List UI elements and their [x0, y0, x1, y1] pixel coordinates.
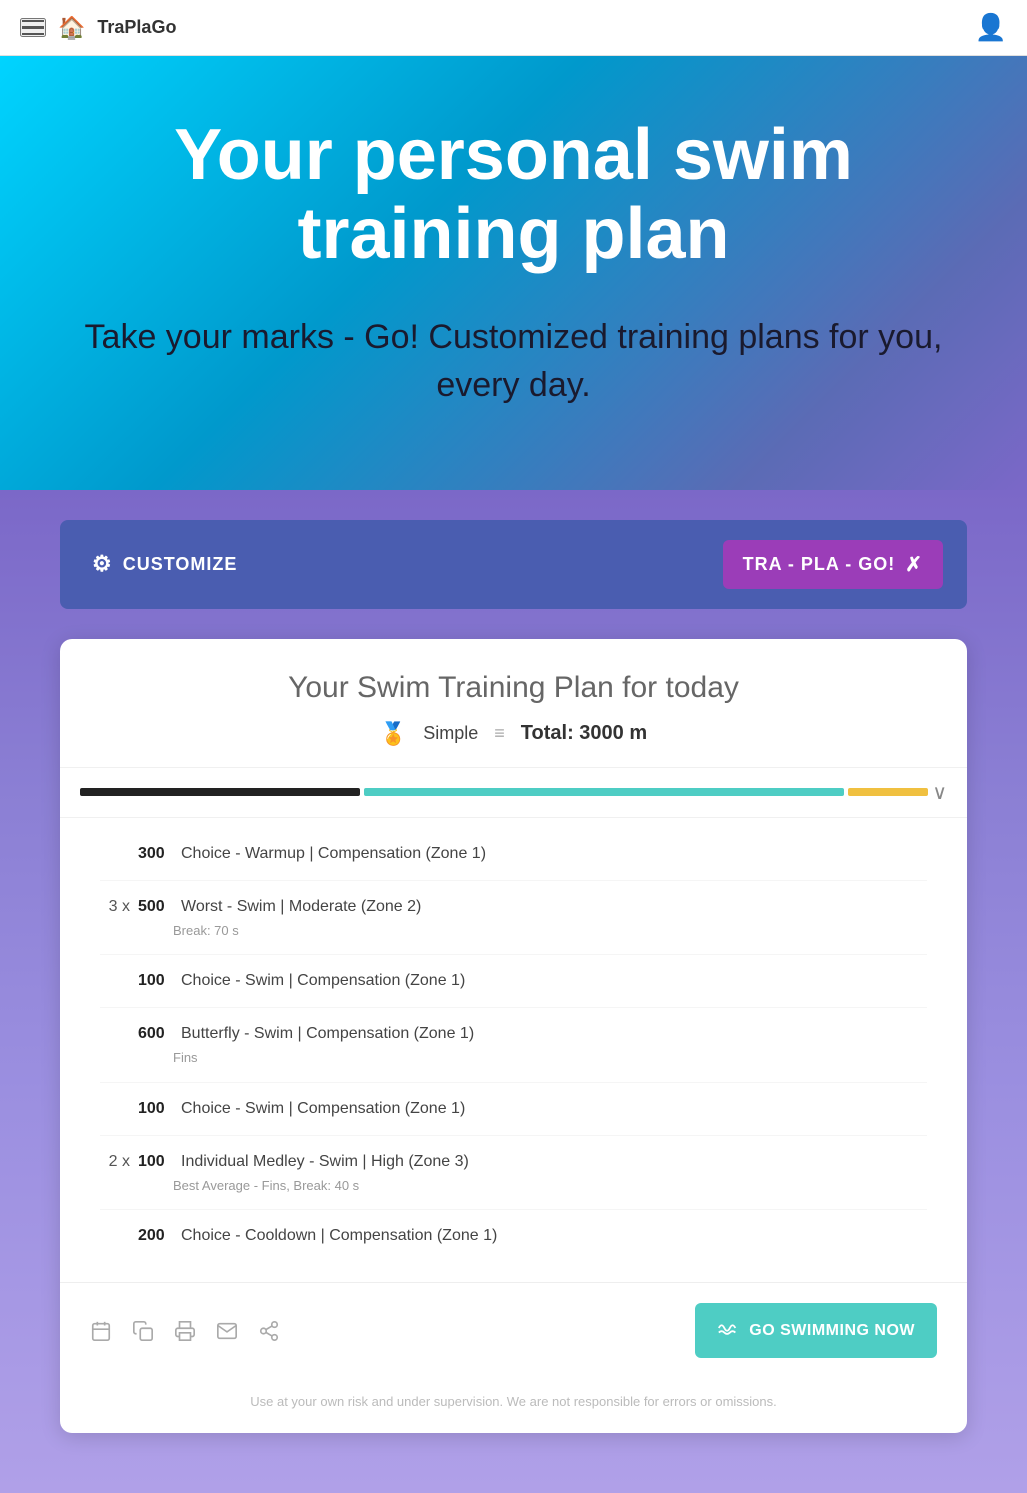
- share-button[interactable]: [258, 1320, 280, 1342]
- plan-header: Your Swim Training Plan for today 🏅 Simp…: [60, 639, 967, 768]
- go-swimming-label: GO SWIMMING NOW: [749, 1322, 915, 1340]
- email-button[interactable]: [216, 1320, 238, 1342]
- disclaimer: Use at your own risk and under supervisi…: [60, 1378, 967, 1433]
- plan-card: Your Swim Training Plan for today 🏅 Simp…: [60, 639, 967, 1434]
- home-icon: 🏠: [58, 15, 85, 41]
- traplago-button[interactable]: TRA - PLA - GO! ✗: [723, 540, 943, 589]
- toolbar: ⚙ CUSTOMIZE TRA - PLA - GO! ✗: [60, 520, 967, 609]
- plan-title: Your Swim Training Plan for today: [100, 671, 927, 705]
- hero-title: Your personal swim training plan: [60, 116, 967, 274]
- plan-meta: 🏅 Simple ≡ Total: 3000 m: [100, 721, 927, 747]
- calendar-button[interactable]: [90, 1320, 112, 1342]
- workout-desc: Worst - Swim | Moderate (Zone 2): [181, 895, 421, 919]
- header-left: 🏠 TraPlaGo: [20, 15, 176, 41]
- copy-button[interactable]: [132, 1320, 154, 1342]
- workout-distance: 100: [138, 1150, 173, 1174]
- go-swimming-button[interactable]: GO SWIMMING NOW: [695, 1303, 937, 1358]
- expand-icon[interactable]: ∨: [932, 780, 947, 805]
- hero-section: Your personal swim training plan Take yo…: [0, 56, 1027, 490]
- workout-desc: Choice - Swim | Compensation (Zone 1): [181, 1097, 465, 1121]
- app-header: 🏠 TraPlaGo 👤: [0, 0, 1027, 56]
- swim-icon: [717, 1317, 739, 1344]
- plan-separator: ≡: [494, 723, 505, 744]
- workout-desc: Butterfly - Swim | Compensation (Zone 1): [181, 1022, 474, 1046]
- progress-bar: ∨: [60, 768, 967, 818]
- list-item: 200 Choice - Cooldown | Compensation (Zo…: [100, 1210, 927, 1262]
- workout-distance: 300: [138, 842, 173, 866]
- hero-subtitle: Take your marks - Go! Customized trainin…: [60, 314, 967, 409]
- customize-button[interactable]: ⚙ CUSTOMIZE: [84, 547, 245, 581]
- workout-desc: Choice - Swim | Compensation (Zone 1): [181, 969, 465, 993]
- main-content: ⚙ CUSTOMIZE TRA - PLA - GO! ✗ Your Swim …: [0, 490, 1027, 1493]
- workout-detail: Fins: [100, 1048, 927, 1068]
- workout-distance: 100: [138, 969, 173, 993]
- workout-detail: Best Average - Fins, Break: 40 s: [100, 1176, 927, 1196]
- gear-icon: ⚙: [92, 551, 113, 577]
- workout-repeat: 3 x: [100, 895, 130, 919]
- traplago-label: TRA - PLA - GO!: [743, 554, 896, 575]
- shuffle-icon: ✗: [905, 552, 923, 577]
- list-item: 100 Choice - Swim | Compensation (Zone 1…: [100, 955, 927, 1008]
- action-icons: [90, 1320, 280, 1342]
- plan-level: Simple: [423, 723, 478, 744]
- plan-actions: GO SWIMMING NOW: [60, 1282, 967, 1378]
- print-button[interactable]: [174, 1320, 196, 1342]
- progress-dark: [80, 788, 360, 796]
- workout-row: 300 Choice - Warmup | Compensation (Zone…: [100, 842, 927, 866]
- workout-desc: Individual Medley - Swim | High (Zone 3): [181, 1150, 469, 1174]
- level-icon: 🏅: [380, 721, 407, 747]
- customize-label: CUSTOMIZE: [123, 554, 238, 575]
- app-name: TraPlaGo: [97, 17, 176, 38]
- workout-row: 2 x 100 Individual Medley - Swim | High …: [100, 1150, 927, 1174]
- progress-teal: [364, 788, 844, 796]
- list-item: 100 Choice - Swim | Compensation (Zone 1…: [100, 1083, 927, 1136]
- workout-desc: Choice - Cooldown | Compensation (Zone 1…: [181, 1224, 497, 1248]
- menu-button[interactable]: [20, 18, 46, 38]
- list-item: 600 Butterfly - Swim | Compensation (Zon…: [100, 1008, 927, 1083]
- plan-total: Total: 3000 m: [521, 722, 647, 745]
- list-item: 300 Choice - Warmup | Compensation (Zone…: [100, 828, 927, 881]
- progress-yellow: [848, 788, 928, 796]
- workout-row: 3 x 500 Worst - Swim | Moderate (Zone 2): [100, 895, 927, 919]
- workout-list: 300 Choice - Warmup | Compensation (Zone…: [60, 818, 967, 1283]
- workout-row: 200 Choice - Cooldown | Compensation (Zo…: [100, 1224, 927, 1248]
- workout-distance: 100: [138, 1097, 173, 1121]
- workout-distance: 500: [138, 895, 173, 919]
- workout-repeat: 2 x: [100, 1150, 130, 1174]
- workout-distance: 600: [138, 1022, 173, 1046]
- workout-row: 100 Choice - Swim | Compensation (Zone 1…: [100, 969, 927, 993]
- list-item: 2 x 100 Individual Medley - Swim | High …: [100, 1136, 927, 1211]
- workout-desc: Choice - Warmup | Compensation (Zone 1): [181, 842, 486, 866]
- workout-distance: 200: [138, 1224, 173, 1248]
- workout-row: 100 Choice - Swim | Compensation (Zone 1…: [100, 1097, 927, 1121]
- list-item: 3 x 500 Worst - Swim | Moderate (Zone 2)…: [100, 881, 927, 956]
- workout-detail: Break: 70 s: [100, 921, 927, 941]
- user-icon[interactable]: 👤: [975, 12, 1007, 43]
- workout-row: 600 Butterfly - Swim | Compensation (Zon…: [100, 1022, 927, 1046]
